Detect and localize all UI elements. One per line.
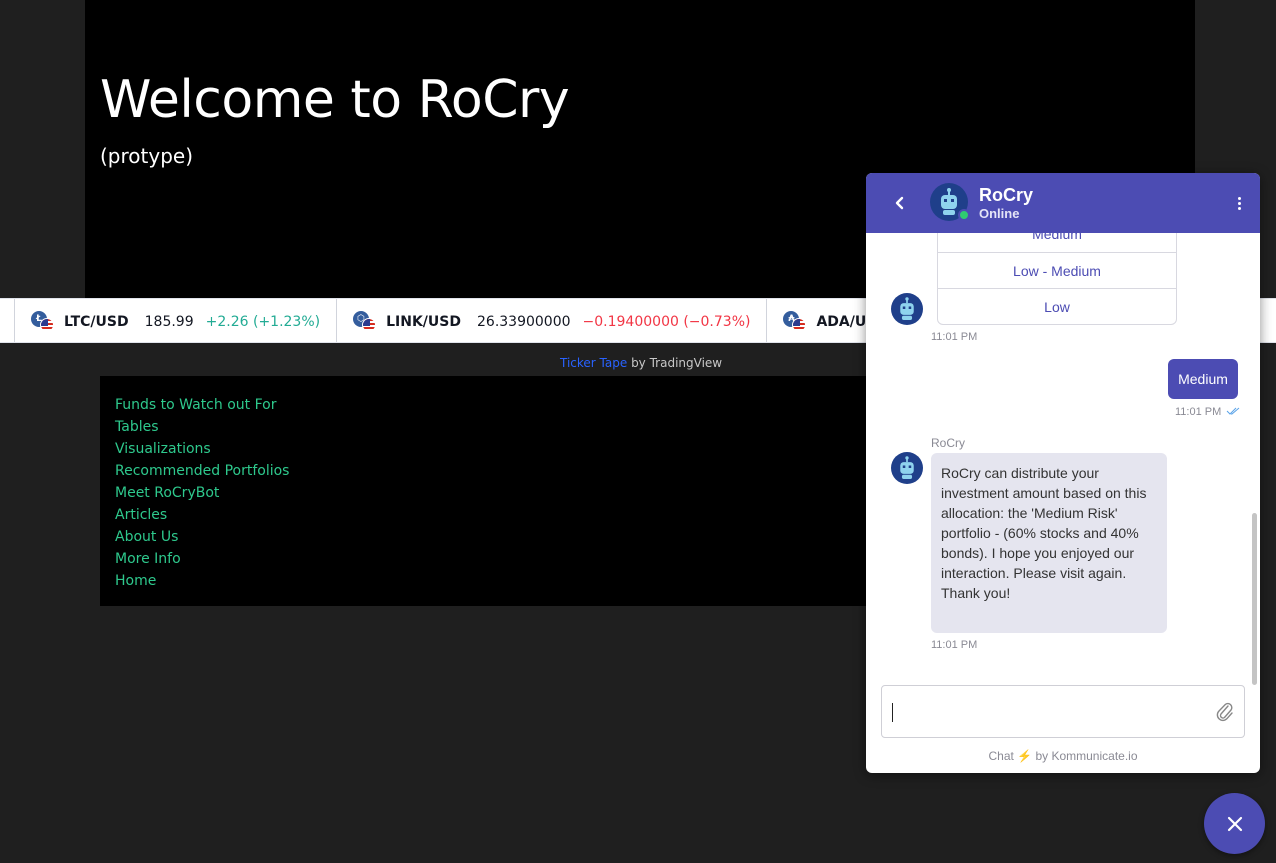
chat-bot-name: RoCry xyxy=(979,185,1034,205)
message-scrollbar[interactable] xyxy=(1252,513,1257,685)
option-low-medium[interactable]: Low - Medium xyxy=(938,252,1176,288)
page-subtitle: (protype) xyxy=(100,144,193,168)
ticker-change: −0.19400000 (−0.73%) xyxy=(582,313,751,330)
ticker-track: Ł LTC/USD 185.99 +2.26 (+1.23%) ⬡ LINK/U… xyxy=(14,299,945,342)
user-message: Medium xyxy=(1168,359,1238,399)
ticker-symbol: LINK/USD xyxy=(386,313,461,330)
nav-link-rocrybot[interactable]: Meet RoCryBot xyxy=(115,482,870,504)
attach-button[interactable] xyxy=(1214,701,1236,723)
chat-widget: RoCry Online Medium Low - Medium Low 11:… xyxy=(866,173,1260,773)
quick-reply-options: Medium Low - Medium Low xyxy=(937,233,1177,325)
option-medium[interactable]: Medium xyxy=(938,233,1176,252)
message-timestamp: 11:01 PM xyxy=(1175,406,1240,418)
ticker-change: +2.26 (+1.23%) xyxy=(205,313,321,330)
nav-link-articles[interactable]: Articles xyxy=(115,504,870,526)
nav-link-more-info[interactable]: More Info xyxy=(115,548,870,570)
tradingview-credit: Ticker Tape by TradingView xyxy=(560,356,722,370)
chat-header: RoCry Online xyxy=(866,173,1260,233)
message-input[interactable] xyxy=(881,685,1245,738)
robot-icon xyxy=(900,456,914,479)
close-icon xyxy=(1227,816,1242,831)
back-button[interactable] xyxy=(888,191,912,215)
online-indicator xyxy=(958,209,970,221)
credit-suffix: by TradingView xyxy=(627,356,723,370)
nav-link-visualizations[interactable]: Visualizations xyxy=(115,438,870,460)
bot-avatar xyxy=(891,452,923,484)
nav-link-about[interactable]: About Us xyxy=(115,526,870,548)
powered-by: Chat ⚡ by Kommunicate.io xyxy=(988,749,1138,763)
option-low[interactable]: Low xyxy=(938,288,1176,324)
message-list[interactable]: Medium Low - Medium Low 11:01 PM Medium … xyxy=(866,233,1260,675)
ticker-price: 26.33900000 xyxy=(477,313,571,330)
ticker-tape-link[interactable]: Ticker Tape xyxy=(560,356,627,370)
message-sender: RoCry xyxy=(931,436,966,450)
message-timestamp: 11:01 PM xyxy=(931,639,978,651)
bot-message: RoCry can distribute your investment amo… xyxy=(931,453,1167,633)
nav-link-home[interactable]: Home xyxy=(115,570,870,592)
text-caret xyxy=(892,703,893,722)
ticker-item-link[interactable]: ⬡ LINK/USD 26.33900000 −0.19400000 (−0.7… xyxy=(336,299,766,342)
chevron-left-icon xyxy=(895,196,904,210)
ada-usd-logo-icon: ₳ xyxy=(783,310,807,333)
kebab-dot-icon xyxy=(1237,196,1241,200)
bot-avatar xyxy=(930,183,970,221)
paperclip-icon xyxy=(1216,702,1233,722)
page-title: Welcome to RoCry xyxy=(100,70,570,130)
chat-bot-status: Online xyxy=(979,206,1020,221)
nav-link-funds[interactable]: Funds to Watch out For xyxy=(115,394,870,416)
bot-avatar xyxy=(891,293,923,325)
ticker-price: 185.99 xyxy=(144,313,194,330)
ticker-item-ltc[interactable]: Ł LTC/USD 185.99 +2.26 (+1.23%) xyxy=(14,299,336,342)
site-nav: Funds to Watch out For Tables Visualizat… xyxy=(100,376,870,606)
more-options-button[interactable] xyxy=(1232,191,1246,215)
double-check-icon xyxy=(1226,407,1240,415)
message-timestamp: 11:01 PM xyxy=(931,331,978,343)
close-chat-button[interactable] xyxy=(1204,793,1265,854)
ltc-usd-logo-icon: Ł xyxy=(31,310,55,333)
link-usd-logo-icon: ⬡ xyxy=(353,310,377,333)
nav-link-tables[interactable]: Tables xyxy=(115,416,870,438)
ticker-symbol: LTC/USD xyxy=(64,313,129,330)
lightning-icon: ⚡ xyxy=(1017,749,1033,763)
robot-icon xyxy=(900,297,914,320)
nav-link-portfolios[interactable]: Recommended Portfolios xyxy=(115,460,870,482)
